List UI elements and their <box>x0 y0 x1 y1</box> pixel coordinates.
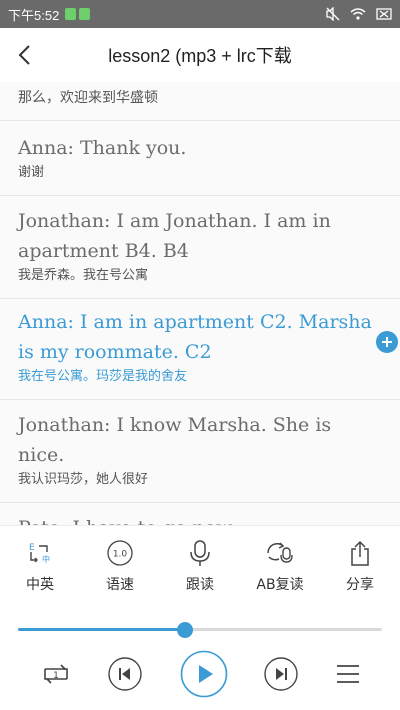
playback-progress-bar[interactable] <box>18 620 382 640</box>
previous-button[interactable] <box>108 657 142 691</box>
transcript-chinese: 我是乔森。我在号公寓 <box>18 268 149 283</box>
add-sentence-button[interactable] <box>376 331 398 353</box>
transcript-chinese: 谢谢 <box>18 165 45 180</box>
chevron-left-icon <box>18 45 30 65</box>
transcript-entry[interactable]: Pete: I have to go now. <box>0 503 400 525</box>
transcript-chinese: 我认识玛莎，她人很好 <box>18 472 149 487</box>
skip-previous-icon <box>108 657 142 691</box>
microphone-icon <box>185 538 215 568</box>
speed-icon: 1.0 <box>105 538 135 568</box>
battery-icon <box>376 8 392 20</box>
transcript-entry[interactable]: Jonathan: I am Jonathan. I am in apartme… <box>0 196 400 299</box>
svg-text:中: 中 <box>42 554 50 564</box>
mute-icon <box>326 7 340 21</box>
transcript-english: Anna: Thank you. <box>18 137 187 159</box>
notification-icons <box>65 8 91 20</box>
transcript-entry[interactable]: Anna: Thank you. 谢谢 <box>0 121 400 196</box>
speed-value: 1.0 <box>113 550 128 560</box>
status-bar: 下午5:52 <box>0 0 400 28</box>
repeat-one-icon: 1 <box>44 664 68 684</box>
wifi-icon <box>350 8 366 20</box>
repeat-count: 1 <box>53 671 59 681</box>
player-controls: 1 <box>0 644 400 710</box>
plus-icon <box>382 337 392 347</box>
share-button[interactable]: 分享 <box>325 538 395 594</box>
next-button[interactable] <box>264 657 298 691</box>
transcript-english: Jonathan: I know Marsha. She is nice. <box>18 414 332 466</box>
play-button[interactable] <box>180 650 228 698</box>
translate-icon: E 中 <box>25 538 55 568</box>
menu-icon <box>337 665 359 683</box>
transcript-english: Anna: I am in apartment C2. Marsha is my… <box>18 311 372 363</box>
toolbar-label: AB复读 <box>256 577 304 593</box>
toolbar-label: 分享 <box>346 577 374 593</box>
toolbar-label: 语速 <box>106 577 134 593</box>
transcript-english: Pete: I have to go now. <box>18 513 382 525</box>
toolbar-label: 跟读 <box>186 577 214 593</box>
skip-next-icon <box>264 657 298 691</box>
notification-icon <box>65 8 77 20</box>
progress-handle[interactable] <box>177 622 194 638</box>
app-notification-icon <box>79 8 91 20</box>
speed-button[interactable]: 1.0 语速 <box>85 538 155 594</box>
svg-text:E: E <box>29 543 35 553</box>
transcript-chinese: 那么，欢迎来到华盛顿 <box>18 90 158 106</box>
share-icon <box>345 538 375 568</box>
repeat-mode-button[interactable]: 1 <box>38 656 74 692</box>
back-button[interactable] <box>0 28 48 82</box>
status-time: 下午5:52 <box>8 7 60 23</box>
ab-repeat-icon <box>265 538 295 568</box>
progress-fill <box>18 628 186 631</box>
transcript-chinese: 我在号公寓。玛莎是我的舍友 <box>18 369 188 384</box>
transcript-entry-active[interactable]: Anna: I am in apartment C2. Marsha is my… <box>0 299 400 400</box>
menu-button[interactable] <box>334 661 362 687</box>
page-title: lesson2 (mp3 + lrc下载 <box>108 46 292 66</box>
transcript-list[interactable]: 那么，欢迎来到华盛顿 Anna: Thank you. 谢谢 Jonathan:… <box>0 82 400 525</box>
app-header: lesson2 (mp3 + lrc下载 <box>0 28 400 82</box>
transcript-entry[interactable]: 那么，欢迎来到华盛顿 <box>0 82 400 121</box>
transcript-entry[interactable]: Jonathan: I know Marsha. She is nice. 我认… <box>0 400 400 503</box>
transcript-english: Jonathan: I am Jonathan. I am in apartme… <box>18 210 331 262</box>
toggle-translation-button[interactable]: E 中 中英 <box>5 538 75 594</box>
read-along-button[interactable]: 跟读 <box>165 538 235 594</box>
function-toolbar: E 中 中英 1.0 语速 跟读 AB复读 分享 <box>0 525 400 607</box>
play-icon <box>180 650 228 698</box>
ab-repeat-button[interactable]: AB复读 <box>245 538 315 594</box>
toolbar-label: 中英 <box>26 577 54 593</box>
